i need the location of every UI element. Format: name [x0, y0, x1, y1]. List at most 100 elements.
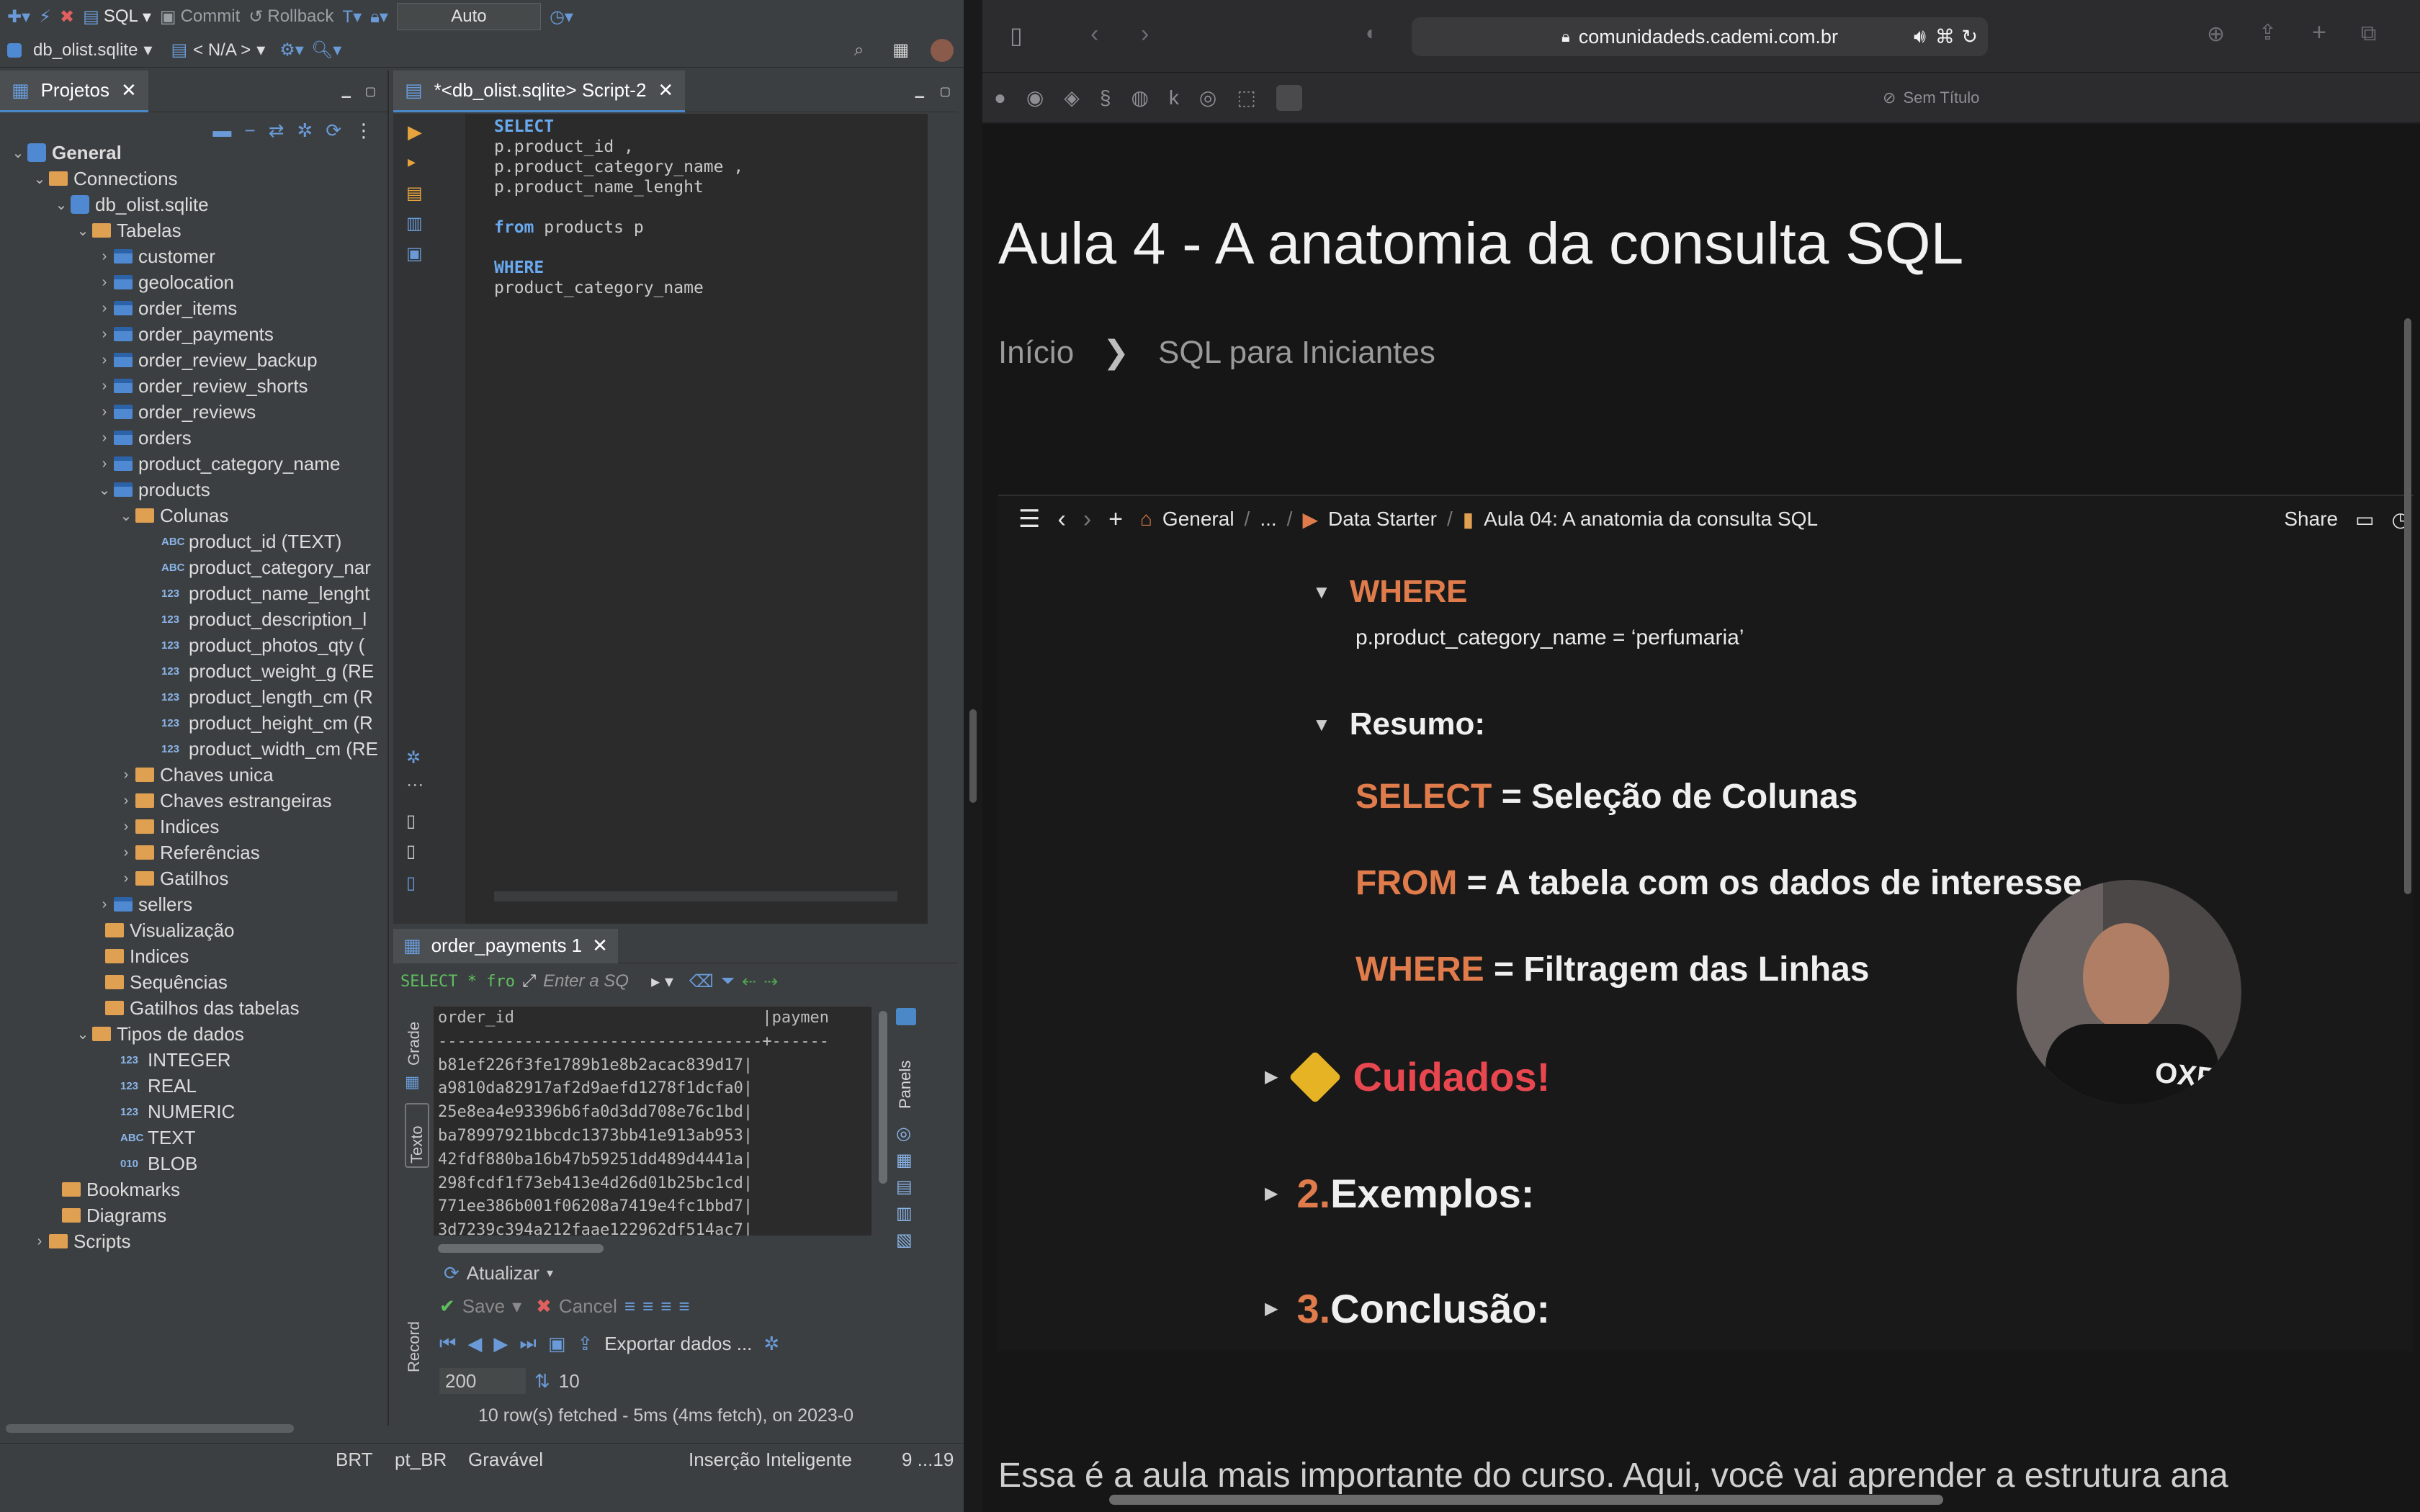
transaction-icon[interactable]: T▾	[342, 6, 362, 27]
collapse-icon[interactable]: −	[244, 120, 255, 142]
audio-icon[interactable]: 🔊︎	[1914, 25, 1926, 48]
execute-icon[interactable]: ▶	[408, 121, 422, 143]
close-icon[interactable]: ✕	[658, 79, 673, 102]
file-icon[interactable]: ▯	[406, 811, 416, 832]
forward-icon[interactable]: ⇢	[763, 971, 778, 992]
maximize-icon[interactable]: ▢	[365, 84, 376, 99]
chevron-right-icon[interactable]: ›	[95, 300, 114, 317]
shield-icon[interactable]: ◐	[1366, 22, 1378, 45]
terminal-icon[interactable]: ▣	[406, 243, 423, 264]
rollback-button[interactable]: ↺ Rollback	[248, 6, 333, 27]
tree-item-table[interactable]: › order_review_shorts	[0, 373, 387, 399]
result-row[interactable]: a9810da82917af2d9aefd1278f1dcfa0|	[438, 1077, 871, 1101]
tabs-overview-icon[interactable]: ⧉	[2361, 22, 2376, 46]
tree-item-type[interactable]: ABC TEXT	[0, 1125, 387, 1151]
tree-item-table[interactable]: › order_reviews	[0, 399, 387, 425]
discord-icon[interactable]: ◍	[1131, 86, 1148, 109]
chevron-right-icon[interactable]: ›	[95, 352, 114, 369]
result-row[interactable]: 42fdf880ba16b47b59251dd489d4441a|	[438, 1148, 871, 1172]
tab-projects[interactable]: ▦ Projetos ✕	[0, 70, 148, 112]
chevron-right-icon[interactable]: ›	[117, 819, 135, 835]
results-hscroll[interactable]	[438, 1244, 604, 1253]
value-icon[interactable]: ◎	[896, 1123, 922, 1144]
panels-tab[interactable]: Panels	[896, 1030, 915, 1109]
section-examples[interactable]: ▶ 2.Exemplos:	[1265, 1170, 1534, 1217]
back-icon[interactable]: ‹	[1090, 20, 1098, 48]
close-icon[interactable]: ✕	[121, 79, 137, 102]
chevron-right-icon[interactable]: ›	[95, 378, 114, 395]
separator[interactable]: ----------------------------------+-----…	[438, 1030, 871, 1054]
reload-icon[interactable]: ↻	[1961, 26, 1978, 48]
tree-item-type[interactable]: 123 REAL	[0, 1073, 387, 1099]
where-toggle[interactable]: ▼ WHERE	[1312, 574, 1468, 610]
code-line[interactable]: product_category_name	[494, 278, 743, 298]
editor-hscroll[interactable]	[494, 891, 897, 901]
tree-item-tables[interactable]: ⌄ Tabelas	[0, 217, 387, 243]
tree-item-column[interactable]: ABC product_id (TEXT)	[0, 528, 387, 554]
disconnect-icon[interactable]: ⚡	[39, 6, 51, 27]
maximize-icon[interactable]: ▢	[940, 84, 951, 99]
close-icon[interactable]: ✕	[592, 935, 608, 957]
search-tool-icon[interactable]: 🔍︎▾	[311, 40, 342, 60]
sql-editor-button[interactable]: ▤ SQL ▾	[83, 6, 151, 27]
layout-icon[interactable]: ▦	[896, 1150, 922, 1171]
export-file-icon[interactable]: ▯	[406, 873, 416, 894]
last-page-icon[interactable]: ⏭	[519, 1332, 536, 1355]
tree-item-table[interactable]: › order_review_backup	[0, 347, 387, 373]
tree-item-folder[interactable]: Visualização	[0, 917, 387, 943]
tree-item-folder[interactable]: › Gatilhos	[0, 865, 387, 891]
filter-input[interactable]: Enter a SQ	[543, 971, 644, 991]
code-line[interactable]: p.product_id ,	[494, 137, 743, 157]
chevron-right-icon[interactable]: ›	[117, 793, 135, 809]
pinned-tab-icon[interactable]: ●	[994, 86, 1006, 109]
comment-icon[interactable]: ▭	[2355, 508, 2374, 531]
pinned-tab-icon[interactable]: ⬚	[1237, 86, 1255, 109]
share-button[interactable]: Share	[2284, 508, 2338, 531]
active-connection-selector[interactable]: db_olist.sqlite ▾	[7, 40, 152, 60]
menu-icon[interactable]: ⋮	[354, 120, 373, 142]
new-connection-icon[interactable]: ✚▾	[7, 6, 30, 27]
schema-selector[interactable]: ▤ < N/A > ▾	[171, 40, 265, 60]
record-view-tab[interactable]: Record	[405, 1303, 424, 1372]
refresh-icon[interactable]: ⟳	[444, 1262, 460, 1284]
format-icon[interactable]: ✲	[406, 747, 421, 768]
execute-statement-icon[interactable]: ▸	[408, 153, 416, 171]
result-row[interactable]: b81ef226f3fe1789b1e8b2acac839d17|	[438, 1054, 871, 1078]
breadcrumb-home[interactable]: Início	[998, 335, 1074, 371]
tree-item-column[interactable]: 123 product_photos_qty (	[0, 632, 387, 658]
code-line[interactable]: p.product_name_lenght	[494, 177, 743, 197]
grid-settings-icon[interactable]: ▧	[896, 1230, 922, 1251]
refresh-icon[interactable]: ⟳	[326, 120, 341, 142]
tree-item-columns[interactable]: ⌄ Colunas	[0, 503, 387, 528]
expand-icon[interactable]: ⤢	[522, 971, 536, 991]
avatar[interactable]	[931, 38, 954, 62]
page-hscroll[interactable]	[1109, 1495, 1943, 1505]
tree-item-folder[interactable]: › Chaves estrangeiras	[0, 788, 387, 814]
more-icon[interactable]: ⋯	[406, 775, 424, 796]
tree-item-table[interactable]: › order_items	[0, 295, 387, 321]
sidebar-icon[interactable]: ▯	[1010, 22, 1023, 49]
explain-icon[interactable]: ▥	[406, 213, 423, 234]
transaction-mode-box[interactable]: Auto	[396, 3, 541, 30]
tab-order-payments[interactable]: ▦ order_payments 1 ✕	[393, 928, 618, 963]
code-line[interactable]: WHERE	[494, 258, 743, 278]
result-row[interactable]: 298fcdf1f73eb413e4d26d01b25bc1cd|	[438, 1172, 871, 1196]
path-data-starter[interactable]: Data Starter	[1328, 508, 1437, 531]
add-icon[interactable]: +	[1108, 505, 1123, 534]
fetch-all-icon[interactable]: ▣	[548, 1333, 566, 1355]
chevron-right-icon[interactable]: ›	[117, 870, 135, 887]
result-row[interactable]: 3d7239c394a212faae122962df514ac7|	[438, 1219, 871, 1236]
eraser-icon[interactable]: ⌫	[689, 971, 714, 992]
code-line[interactable]	[494, 238, 743, 258]
result-row[interactable]: 771ee386b001f06208a7419e4fc1bbd7|	[438, 1195, 871, 1219]
tree-item-diagrams[interactable]: Diagrams	[0, 1202, 387, 1228]
minimize-icon[interactable]: ▁	[342, 84, 351, 99]
code-line[interactable]: p.product_category_name ,	[494, 157, 743, 177]
save-button[interactable]: Save	[462, 1295, 505, 1318]
next-page-icon[interactable]: ▶	[493, 1333, 508, 1355]
tree-item-table[interactable]: ⌄ products	[0, 477, 387, 503]
tree-item-type[interactable]: 123 NUMERIC	[0, 1099, 387, 1125]
tree-item-column[interactable]: 123 product_length_cm (R	[0, 684, 387, 710]
results-text-grid[interactable]: order_id |paymen ------------------------…	[434, 1007, 871, 1236]
link-icon[interactable]: ⇄	[269, 120, 284, 142]
